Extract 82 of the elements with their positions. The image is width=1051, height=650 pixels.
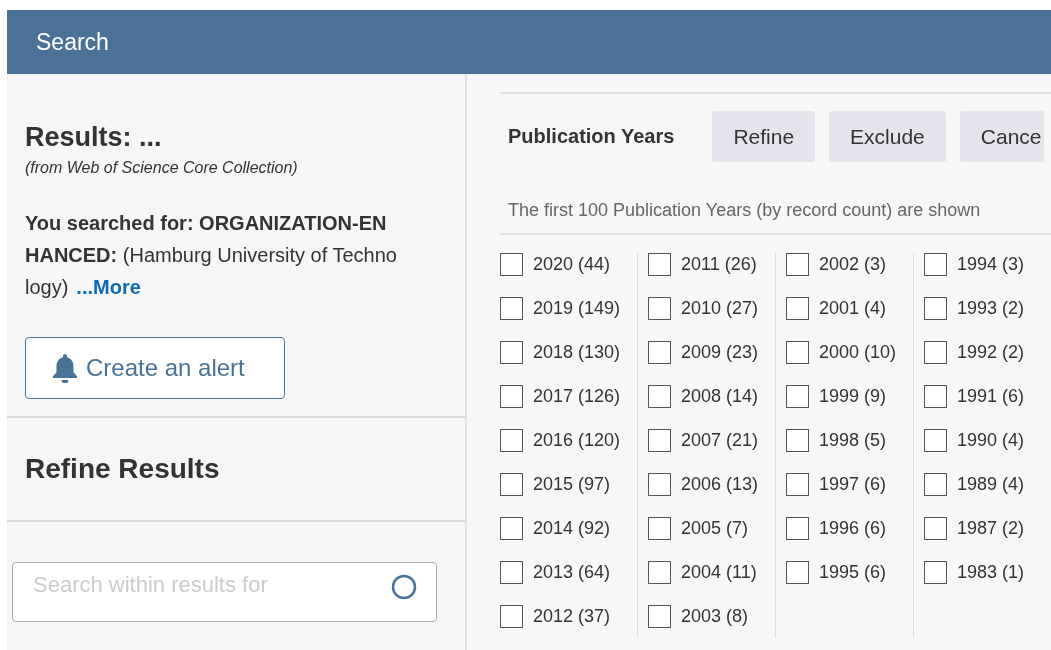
year-checkbox[interactable] bbox=[500, 385, 523, 408]
year-checkbox[interactable] bbox=[648, 517, 671, 540]
year-option-label: 2007 (21) bbox=[681, 430, 759, 451]
year-checkbox[interactable] bbox=[786, 517, 809, 540]
year-option-label: 1997 (6) bbox=[819, 474, 887, 495]
year-checkbox[interactable] bbox=[500, 297, 523, 320]
year-option-label: 2020 (44) bbox=[533, 254, 611, 275]
year-option-label: 1999 (9) bbox=[819, 386, 887, 407]
year-option-label: 1994 (3) bbox=[957, 254, 1025, 275]
year-option-label: 2004 (11) bbox=[681, 562, 757, 583]
facet-title: Publication Years bbox=[508, 125, 675, 148]
year-checkbox[interactable] bbox=[500, 429, 523, 452]
year-option-label: 1983 (1) bbox=[957, 562, 1025, 583]
header-title: Search bbox=[36, 28, 109, 56]
year-option-label: 2009 (23) bbox=[681, 342, 759, 363]
year-checkbox[interactable] bbox=[924, 253, 947, 276]
year-checkbox[interactable] bbox=[924, 429, 947, 452]
year-checkbox[interactable] bbox=[924, 385, 947, 408]
year-option-label: 1989 (4) bbox=[957, 474, 1025, 495]
year-option-label: 2001 (4) bbox=[819, 298, 887, 319]
results-source: (from Web of Science Core Collection) bbox=[25, 159, 299, 177]
year-checkbox[interactable] bbox=[648, 605, 671, 628]
year-option-label: 2018 (130) bbox=[533, 342, 621, 363]
year-option-label: 2013 (64) bbox=[533, 562, 611, 583]
results-title: Results: ... bbox=[25, 122, 163, 153]
facet-info-text: The first 100 Publication Years (by record count) are shown bbox=[500, 200, 1051, 235]
year-option-label: 2012 (37) bbox=[533, 606, 611, 627]
year-option-label: 1995 (6) bbox=[819, 562, 887, 583]
year-option-label: 1991 (6) bbox=[957, 386, 1025, 407]
year-checkbox[interactable] bbox=[924, 341, 947, 364]
year-checkbox[interactable] bbox=[786, 297, 809, 320]
year-checkbox[interactable] bbox=[648, 297, 671, 320]
year-option-label: 1998 (5) bbox=[819, 430, 887, 451]
year-checkbox[interactable] bbox=[786, 341, 809, 364]
year-checkbox[interactable] bbox=[786, 473, 809, 496]
facet-button[interactable]: Refine bbox=[712, 111, 816, 162]
year-checkbox[interactable] bbox=[500, 561, 523, 584]
year-option-label: 2011 (26) bbox=[681, 254, 757, 275]
year-checkbox[interactable] bbox=[648, 561, 671, 584]
year-option-label: 2016 (120) bbox=[533, 430, 621, 451]
more-link[interactable]: ...More bbox=[76, 276, 141, 298]
facet-button[interactable]: Cance bbox=[959, 111, 1044, 162]
year-checkbox[interactable] bbox=[786, 253, 809, 276]
year-option-label: 2003 (8) bbox=[681, 606, 749, 627]
year-checkbox[interactable] bbox=[648, 341, 671, 364]
year-option-label: 2008 (14) bbox=[681, 386, 759, 407]
year-option-label: 2014 (92) bbox=[533, 518, 611, 539]
year-option-label: 2005 (7) bbox=[681, 518, 749, 539]
year-option-label: 2010 (27) bbox=[681, 298, 759, 319]
year-checkbox[interactable] bbox=[924, 561, 947, 584]
year-option-label: 2006 (13) bbox=[681, 474, 759, 495]
year-checkbox[interactable] bbox=[648, 473, 671, 496]
year-option-label: 2019 (149) bbox=[533, 298, 621, 319]
bell-icon bbox=[52, 353, 78, 383]
create-alert-button[interactable]: Create an alert bbox=[25, 337, 285, 399]
year-checkbox[interactable] bbox=[500, 605, 523, 628]
facet-button[interactable]: Exclude bbox=[829, 111, 946, 162]
year-option-label: 2000 (10) bbox=[819, 342, 897, 363]
year-checkbox[interactable] bbox=[924, 517, 947, 540]
year-checkbox[interactable] bbox=[500, 473, 523, 496]
year-option-label: 2015 (97) bbox=[533, 474, 611, 495]
year-checkbox[interactable] bbox=[924, 473, 947, 496]
year-checkbox[interactable] bbox=[648, 429, 671, 452]
year-checkbox[interactable] bbox=[786, 429, 809, 452]
year-checkbox[interactable] bbox=[500, 341, 523, 364]
year-option-label: 1990 (4) bbox=[957, 430, 1025, 451]
year-checkbox[interactable] bbox=[500, 517, 523, 540]
year-checkbox[interactable] bbox=[648, 385, 671, 408]
year-checkbox[interactable] bbox=[924, 297, 947, 320]
search-icon bbox=[391, 574, 419, 602]
year-option-label: 2017 (126) bbox=[533, 386, 621, 407]
year-option-label: 1993 (2) bbox=[957, 298, 1025, 319]
year-option-label: 2002 (3) bbox=[819, 254, 887, 275]
year-checkbox[interactable] bbox=[786, 385, 809, 408]
year-checkbox[interactable] bbox=[500, 253, 523, 276]
year-option-label: 1992 (2) bbox=[957, 342, 1025, 363]
year-checkbox[interactable] bbox=[648, 253, 671, 276]
year-checkbox[interactable] bbox=[786, 561, 809, 584]
year-option-label: 1996 (6) bbox=[819, 518, 887, 539]
year-option-label: 1987 (2) bbox=[957, 518, 1025, 539]
refine-results-title: Refine Results bbox=[25, 453, 220, 485]
search-summary: You searched for: ORGANIZATION-ENHANCED: (Hamburg University of Technology) ...More bbox=[25, 211, 398, 300]
